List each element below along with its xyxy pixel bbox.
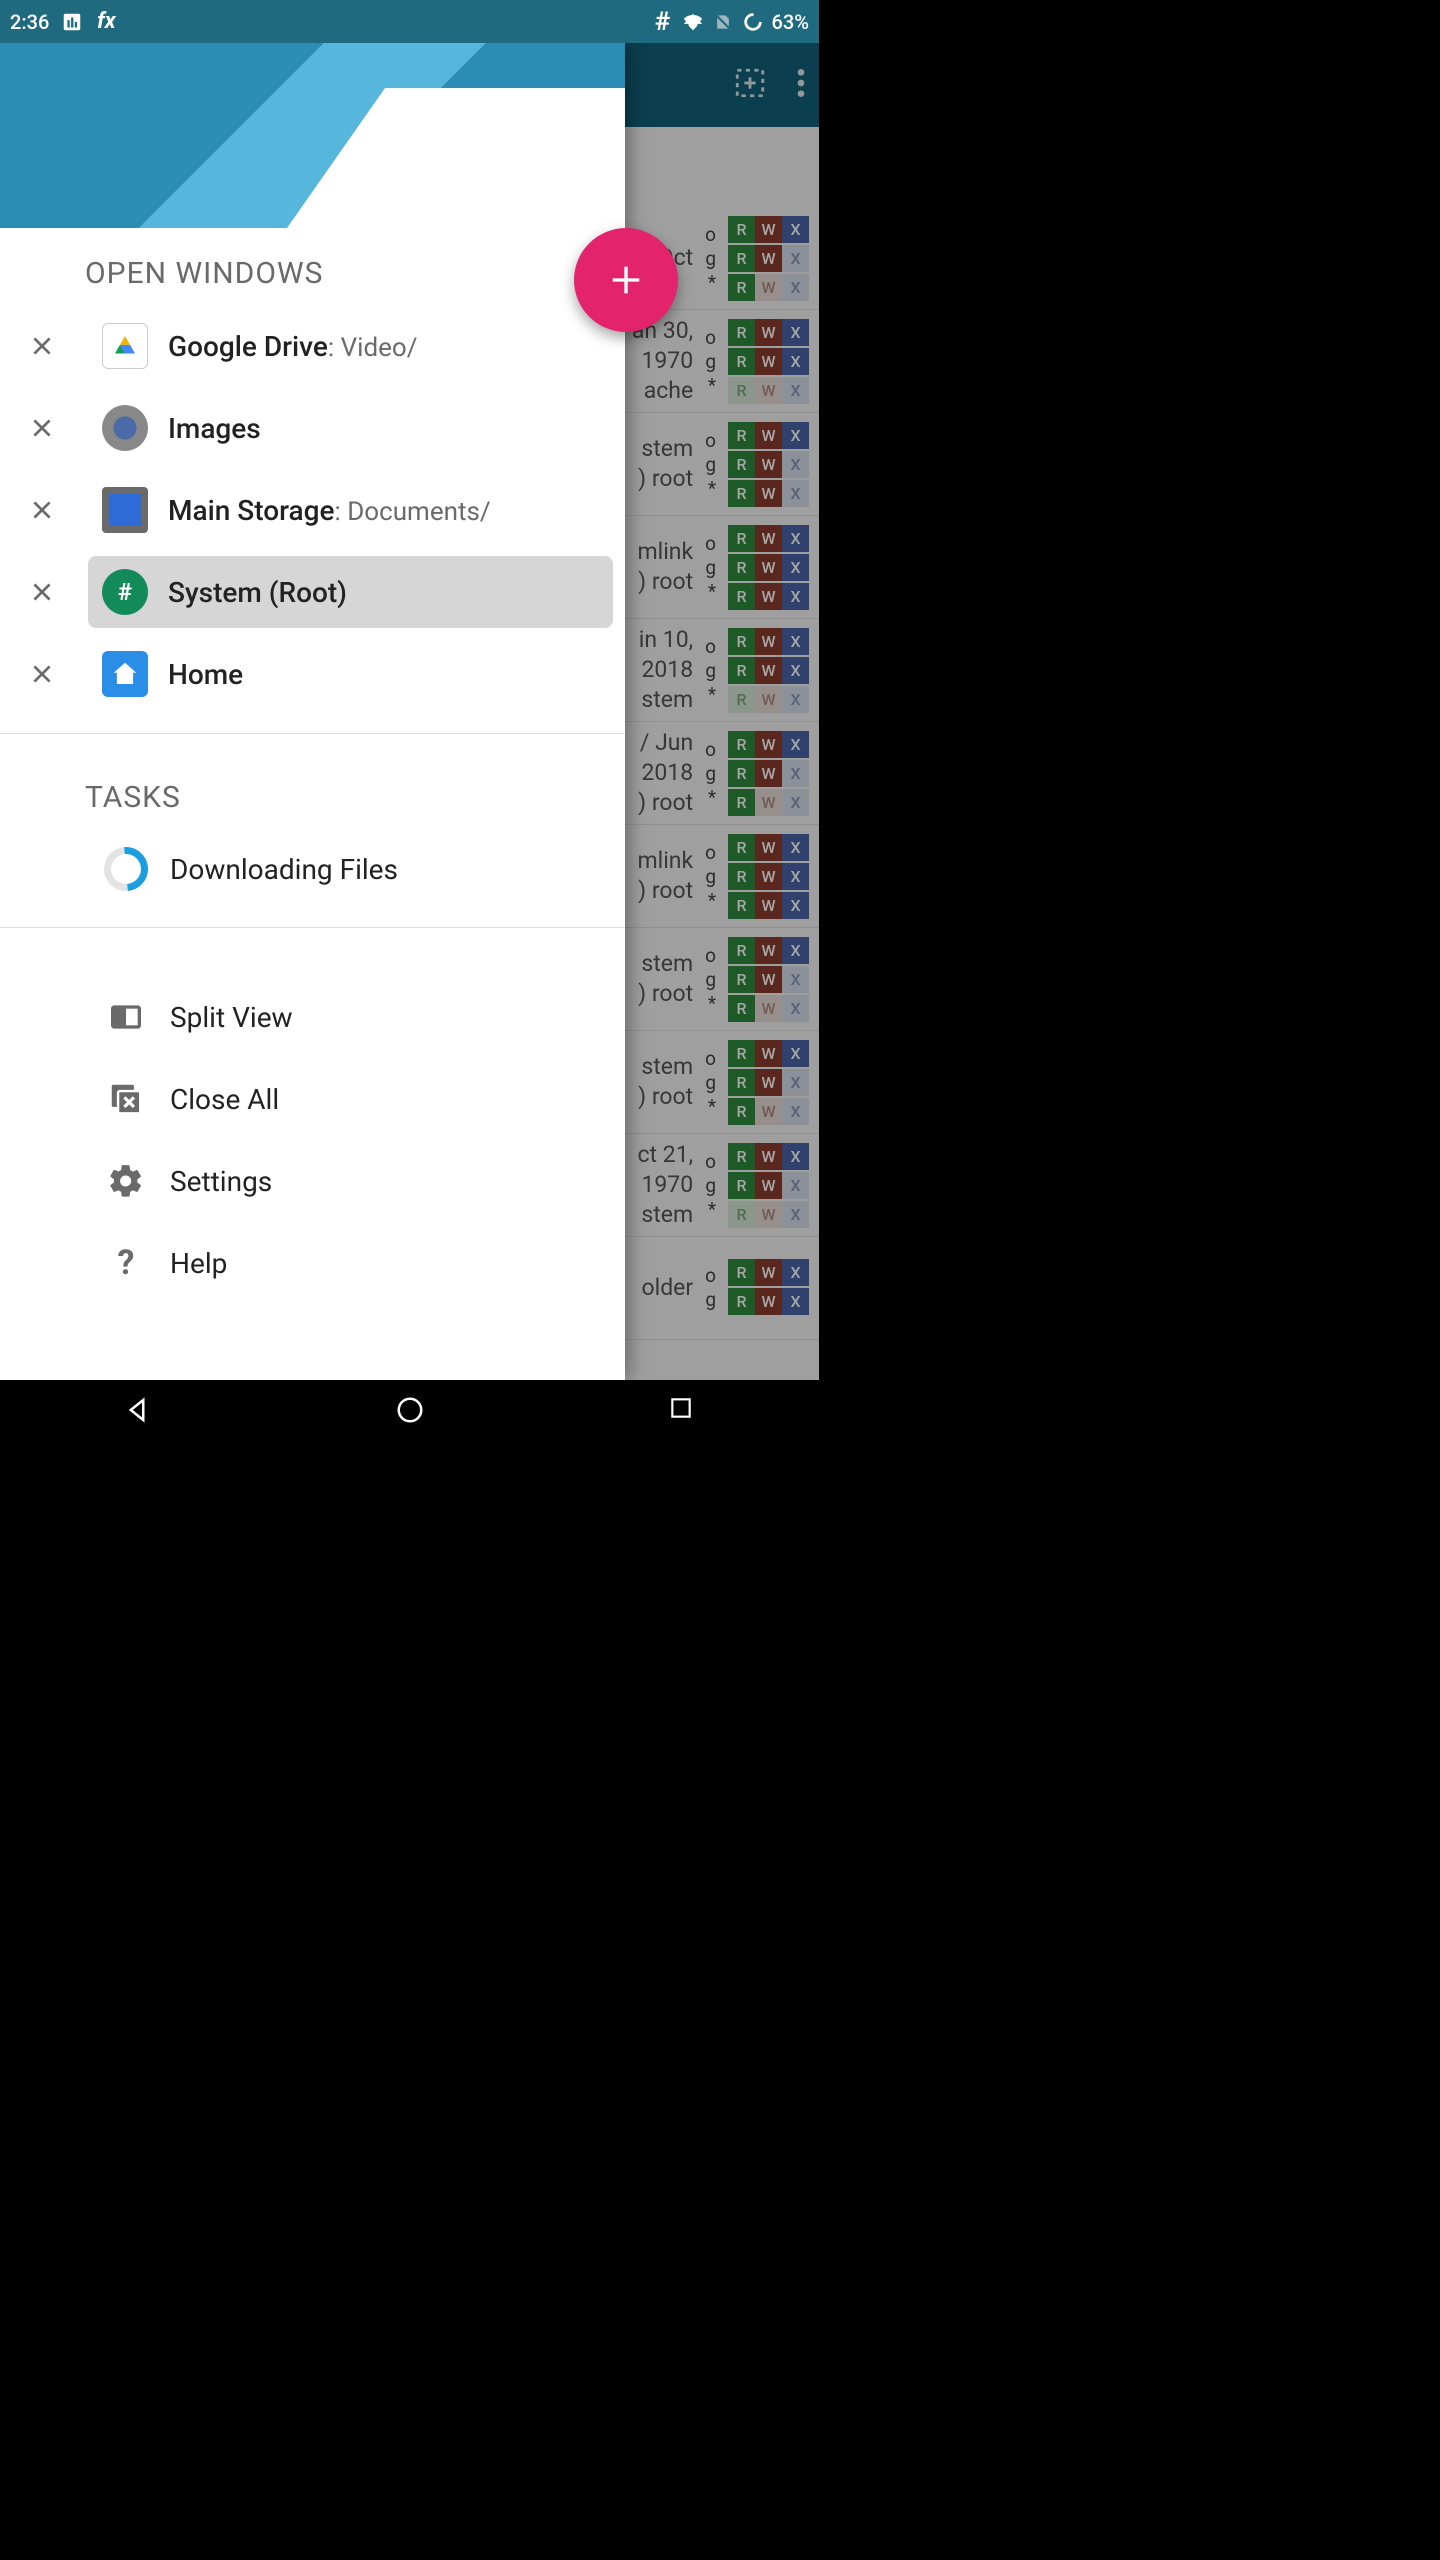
window-row-google-drive: Google Drive: Video/ — [0, 305, 625, 387]
close-icon[interactable] — [22, 490, 62, 530]
close-icon[interactable] — [22, 572, 62, 612]
home-icon — [102, 651, 148, 697]
status-time: 2:36 — [10, 10, 49, 34]
window-row-system-root: # System (Root) — [0, 551, 625, 633]
split-view-icon — [104, 995, 148, 1039]
help-icon: ? — [104, 1241, 148, 1285]
action-label: Split View — [170, 1001, 293, 1034]
recents-button[interactable] — [668, 1395, 698, 1425]
window-path: : Video/ — [328, 333, 418, 363]
tasks-heading: TASKS — [0, 752, 625, 829]
window-item-active[interactable]: # System (Root) — [88, 556, 613, 628]
loading-icon — [742, 11, 764, 33]
open-windows-heading: OPEN WINDOWS — [0, 228, 625, 305]
google-drive-icon — [102, 323, 148, 369]
split-view-button[interactable]: Split View — [0, 976, 625, 1058]
task-row[interactable]: Downloading Files — [0, 829, 625, 909]
window-item[interactable]: Google Drive: Video/ — [88, 310, 613, 382]
drawer-header: fx — [0, 43, 625, 228]
add-fab[interactable] — [574, 228, 678, 332]
window-item[interactable]: Main Storage: Documents/ — [88, 474, 613, 546]
wifi-icon — [682, 11, 704, 33]
task-label: Downloading Files — [170, 853, 398, 886]
window-name: Home — [168, 658, 243, 691]
hash-icon: # — [652, 11, 674, 33]
close-icon[interactable] — [22, 408, 62, 448]
storage-icon — [102, 487, 148, 533]
system-navbar — [0, 1380, 819, 1440]
no-sim-icon — [712, 11, 734, 33]
window-row-images: Images — [0, 387, 625, 469]
help-button[interactable]: ? Help — [0, 1222, 625, 1304]
images-icon — [102, 405, 148, 451]
close-icon[interactable] — [22, 326, 62, 366]
close-all-button[interactable]: Close All — [0, 1058, 625, 1140]
divider — [0, 927, 625, 928]
window-row-home: Home — [0, 633, 625, 715]
window-name: Main Storage — [168, 494, 334, 527]
close-all-icon — [104, 1077, 148, 1121]
status-fx-icon: fx — [95, 11, 117, 33]
action-label: Close All — [170, 1083, 279, 1116]
window-path: : Documents/ — [334, 497, 490, 527]
window-name: System (Root) — [168, 576, 347, 609]
status-bar: 2:36 fx # 63% — [0, 0, 819, 43]
spinner-icon — [95, 838, 157, 900]
home-button[interactable] — [395, 1395, 425, 1425]
root-icon: # — [102, 569, 148, 615]
navigation-drawer: fx OPEN WINDOWS Google Drive: Video/ — [0, 43, 625, 1380]
window-name: Images — [168, 412, 261, 445]
fx-logo: fx — [551, 139, 605, 228]
status-battery: 63% — [772, 10, 809, 34]
settings-button[interactable]: Settings — [0, 1140, 625, 1222]
window-item[interactable]: Images — [88, 392, 613, 464]
status-app-icon — [61, 11, 83, 33]
action-label: Settings — [170, 1165, 272, 1198]
window-item[interactable]: Home — [88, 638, 613, 710]
back-button[interactable] — [122, 1395, 152, 1425]
gear-icon — [104, 1159, 148, 1203]
divider — [0, 733, 625, 734]
action-label: Help — [170, 1247, 227, 1280]
window-row-main-storage: Main Storage: Documents/ — [0, 469, 625, 551]
window-name: Google Drive — [168, 330, 328, 363]
close-icon[interactable] — [22, 654, 62, 694]
